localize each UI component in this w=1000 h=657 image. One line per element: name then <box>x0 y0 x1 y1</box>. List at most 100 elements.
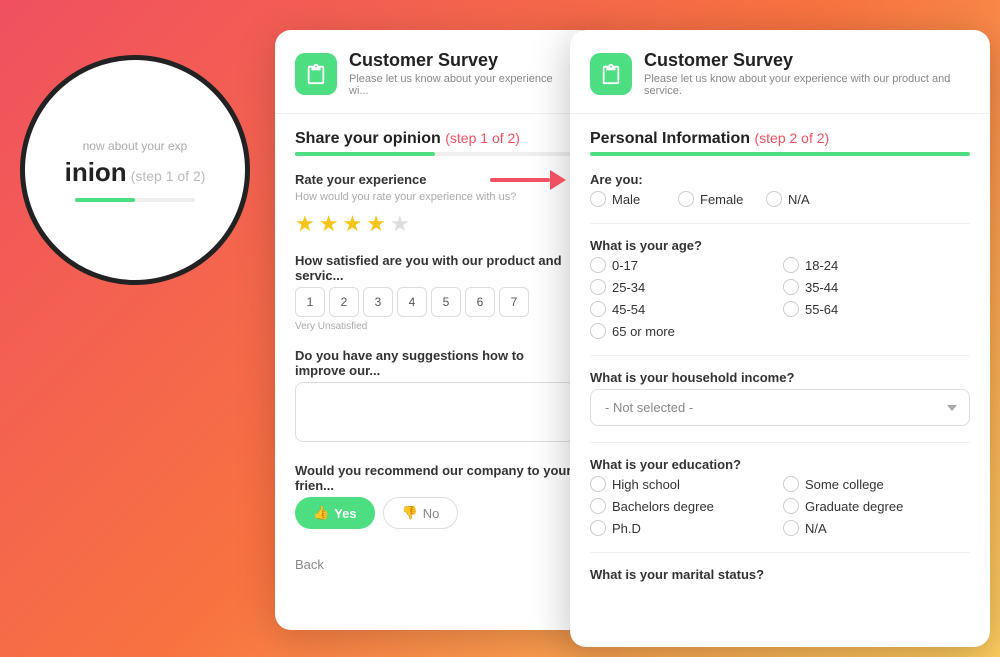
step1-progress-fill <box>295 152 435 156</box>
radio-label-55-64: 55-64 <box>805 302 838 317</box>
scale-btn-5[interactable]: 5 <box>431 287 461 317</box>
radio-edu-phd[interactable]: Ph.D <box>590 520 777 536</box>
radio-age-65plus[interactable]: 65 or more <box>590 323 777 339</box>
thumbs-down-icon: 👎 <box>402 505 418 521</box>
radio-label-0-17: 0-17 <box>612 258 638 273</box>
q-marital-label: What is your marital status? <box>590 567 970 582</box>
radio-age-0-17[interactable]: 0-17 <box>590 257 777 273</box>
yesno-buttons: 👍 Yes 👎 No <box>295 497 575 529</box>
radio-edu-somecollege[interactable]: Some college <box>783 476 970 492</box>
radio-edu-bachelors[interactable]: Bachelors degree <box>590 498 777 514</box>
circle-zoom-top-text: now about your exp <box>65 139 206 153</box>
divider-1 <box>590 223 970 224</box>
radio-circle-na[interactable] <box>766 191 782 207</box>
q-recommend: Would you recommend our company to your … <box>295 463 575 529</box>
q-suggestions: Do you have any suggestions how to impro… <box>295 348 575 447</box>
q-rate-sub: How would you rate your experience with … <box>295 191 575 203</box>
step1-icon <box>295 53 337 95</box>
suggestion-textarea[interactable] <box>295 382 575 442</box>
step2-section-title: Personal Information (step 2 of 2) <box>590 130 970 148</box>
radio-circle-bachelors[interactable] <box>590 498 606 514</box>
radio-circle-graduate[interactable] <box>783 498 799 514</box>
circle-zoom-progress <box>75 198 195 202</box>
q-gender: Are you: Male Female N/A <box>590 172 970 207</box>
clipboard-icon <box>305 63 327 85</box>
no-label: No <box>423 506 440 521</box>
q-suggestions-label: Do you have any suggestions how to impro… <box>295 348 575 378</box>
radio-label-graduate: Graduate degree <box>805 499 903 514</box>
radio-age-18-24[interactable]: 18-24 <box>783 257 970 273</box>
scale-btn-6[interactable]: 6 <box>465 287 495 317</box>
step-arrow <box>490 170 566 190</box>
radio-label-male: Male <box>612 192 640 207</box>
q-age: What is your age? 0-17 18-24 25-34 35-44 <box>590 238 970 339</box>
step2-header-text: Customer Survey Please let us know about… <box>644 50 970 97</box>
no-button[interactable]: 👎 No <box>383 497 459 529</box>
radio-female[interactable]: Female <box>678 191 758 207</box>
circle-zoom: now about your exp inion (step 1 of 2) <box>20 55 250 285</box>
radio-age-45-54[interactable]: 45-54 <box>590 301 777 317</box>
radio-label-bachelors: Bachelors degree <box>612 499 714 514</box>
back-button[interactable]: Back <box>295 557 324 572</box>
star-rating[interactable]: ★ ★ ★ ★ ★ <box>295 211 575 237</box>
thumbs-up-icon: 👍 <box>313 505 329 521</box>
radio-na[interactable]: N/A <box>766 191 846 207</box>
gender-radio-group: Male Female N/A <box>590 191 970 207</box>
radio-label-highschool: High school <box>612 477 680 492</box>
radio-age-55-64[interactable]: 55-64 <box>783 301 970 317</box>
radio-age-25-34[interactable]: 25-34 <box>590 279 777 295</box>
scale-btn-2[interactable]: 2 <box>329 287 359 317</box>
star-3[interactable]: ★ <box>342 211 362 237</box>
radio-circle-phd[interactable] <box>590 520 606 536</box>
step1-progress-bar <box>295 152 575 156</box>
radio-label-somecollege: Some college <box>805 477 884 492</box>
scale-btn-1[interactable]: 1 <box>295 287 325 317</box>
radio-male[interactable]: Male <box>590 191 670 207</box>
age-grid: 0-17 18-24 25-34 35-44 45-54 <box>590 257 970 339</box>
arrow-head <box>550 170 566 190</box>
radio-edu-highschool[interactable]: High school <box>590 476 777 492</box>
yes-button[interactable]: 👍 Yes <box>295 497 375 529</box>
star-1[interactable]: ★ <box>295 211 315 237</box>
divider-4 <box>590 552 970 553</box>
radio-label-45-54: 45-54 <box>612 302 645 317</box>
radio-circle-highschool[interactable] <box>590 476 606 492</box>
step2-progress-bar <box>590 152 970 156</box>
step1-subtitle: Please let us know about your experience… <box>349 73 575 97</box>
radio-circle-male[interactable] <box>590 191 606 207</box>
step1-header-text: Customer Survey Please let us know about… <box>349 50 575 97</box>
scale-btn-3[interactable]: 3 <box>363 287 393 317</box>
star-5[interactable]: ★ <box>390 211 410 237</box>
radio-circle-18-24[interactable] <box>783 257 799 273</box>
divider-3 <box>590 442 970 443</box>
step1-panel: Customer Survey Please let us know about… <box>275 30 595 630</box>
scale-btn-4[interactable]: 4 <box>397 287 427 317</box>
radio-circle-55-64[interactable] <box>783 301 799 317</box>
arrow-line <box>490 178 550 182</box>
radio-circle-somecollege[interactable] <box>783 476 799 492</box>
radio-edu-graduate[interactable]: Graduate degree <box>783 498 970 514</box>
education-grid: High school Some college Bachelors degre… <box>590 476 970 536</box>
step1-body: Share your opinion (step 1 of 2) Rate yo… <box>275 114 595 630</box>
scale-btn-7[interactable]: 7 <box>499 287 529 317</box>
q-gender-label: Are you: <box>590 172 970 187</box>
radio-circle-25-34[interactable] <box>590 279 606 295</box>
radio-edu-na[interactable]: N/A <box>783 520 970 536</box>
radio-circle-45-54[interactable] <box>590 301 606 317</box>
radio-circle-female[interactable] <box>678 191 694 207</box>
radio-circle-65plus[interactable] <box>590 323 606 339</box>
step2-panel: Customer Survey Please let us know about… <box>570 30 990 647</box>
radio-age-35-44[interactable]: 35-44 <box>783 279 970 295</box>
radio-circle-0-17[interactable] <box>590 257 606 273</box>
step2-title: Customer Survey <box>644 50 970 71</box>
income-dropdown[interactable]: - Not selected - Under $25,000 $25,000 -… <box>590 389 970 426</box>
q-education: What is your education? High school Some… <box>590 457 970 536</box>
radio-circle-35-44[interactable] <box>783 279 799 295</box>
circle-zoom-title: inion <box>65 157 127 188</box>
step2-header: Customer Survey Please let us know about… <box>570 30 990 114</box>
star-2[interactable]: ★ <box>319 211 339 237</box>
scale-buttons: 1 2 3 4 5 6 7 <box>295 287 575 317</box>
radio-circle-edu-na[interactable] <box>783 520 799 536</box>
q-age-label: What is your age? <box>590 238 970 253</box>
star-4[interactable]: ★ <box>366 211 386 237</box>
